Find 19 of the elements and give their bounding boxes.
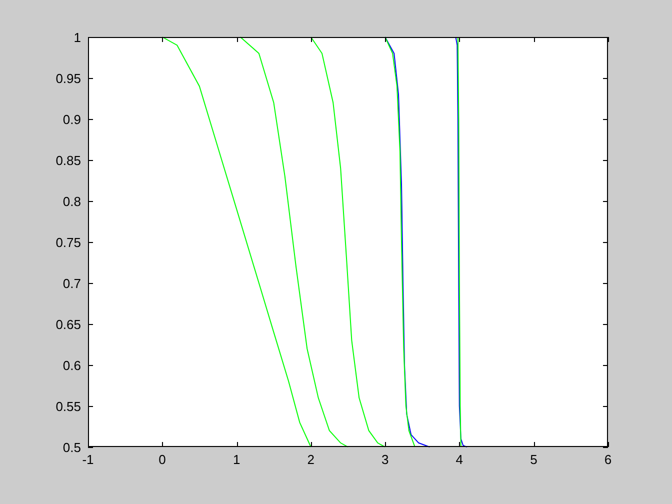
x-tick-label: 6 [604,452,612,467]
x-tick-label: 0 [158,452,166,467]
y-tick-label: 1 [74,30,81,45]
x-tick-label: 3 [382,452,389,467]
y-tick-label: 0.55 [56,399,81,414]
x-tick-label: 2 [307,452,314,467]
x-tick-label: 4 [456,452,464,467]
x-tick-label: -1 [82,452,94,467]
y-tick-label: 0.8 [62,194,81,209]
x-tick-label: 1 [232,452,240,467]
y-tick-label: 0.75 [56,235,81,250]
x-tick-label: 5 [530,452,538,467]
y-tick-label: 0.95 [56,71,81,86]
y-tick-label: 0.6 [62,358,81,373]
y-tick-label: 0.85 [56,153,81,168]
y-tick-label: 0.65 [56,317,81,332]
y-tick-label: 0.9 [62,112,81,127]
y-tick-label: 0.7 [62,276,81,291]
y-tick-label: 0.5 [62,440,81,455]
